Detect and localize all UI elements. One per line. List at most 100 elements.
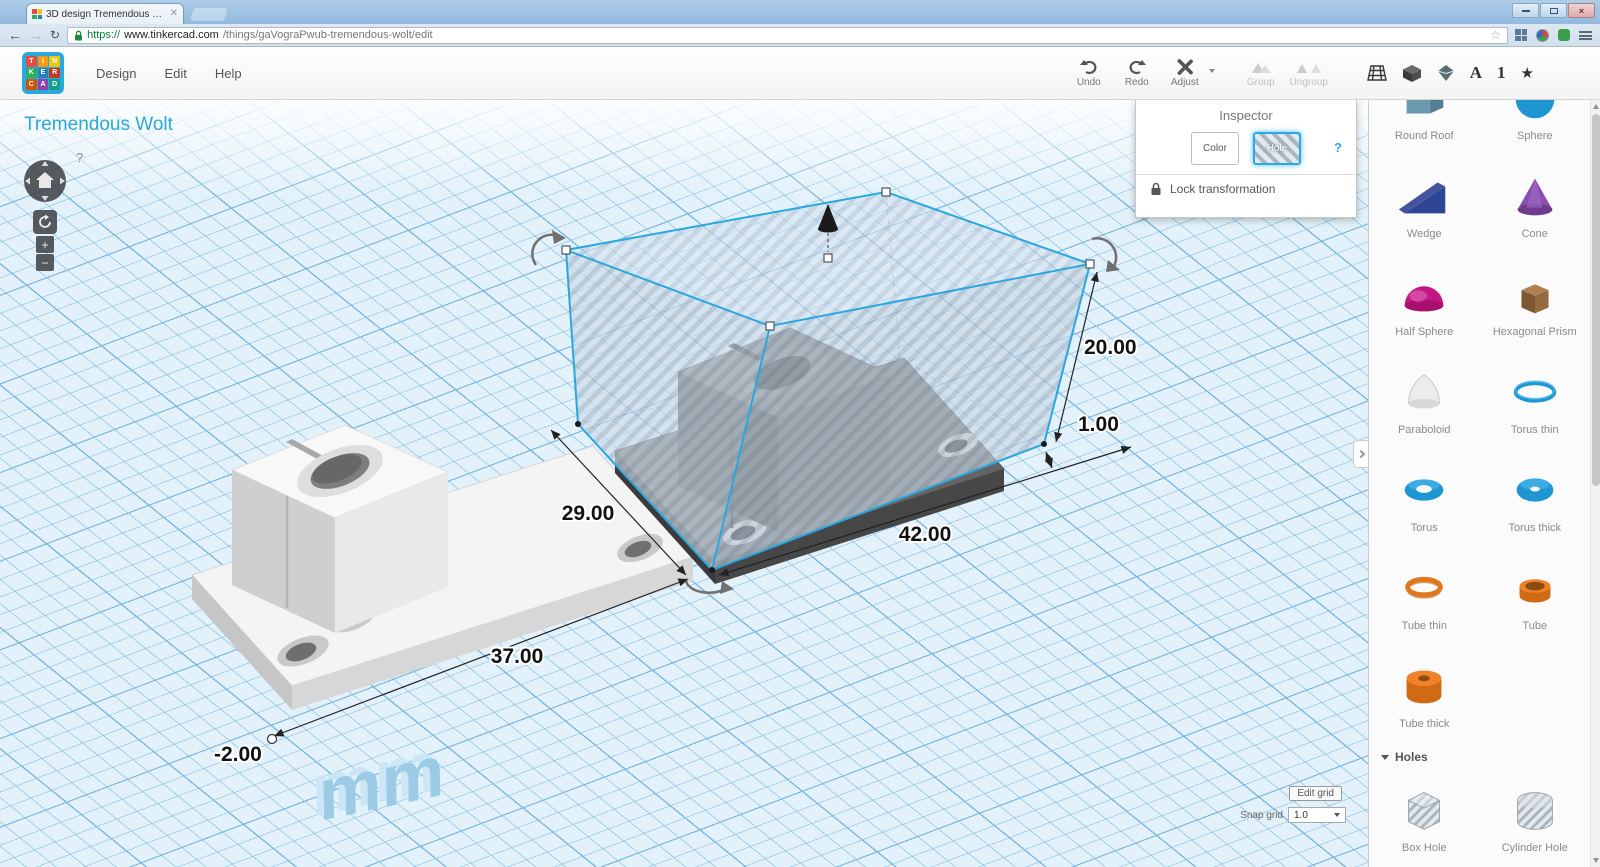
shape-paraboloid[interactable]: Paraboloid xyxy=(1369,352,1480,450)
snap-grid-label: Snap grid xyxy=(1240,809,1283,821)
back-icon[interactable]: ← xyxy=(8,28,22,42)
shapes-panel: Round Roof Sphere Wedge Cone Half Sphere… xyxy=(1368,100,1590,867)
window-minimize-button[interactable] xyxy=(1512,3,1539,18)
lock-transformation-toggle[interactable]: Lock transformation xyxy=(1136,175,1356,203)
inspector-help-icon[interactable]: ? xyxy=(1334,140,1342,155)
basic-shapes-icon[interactable] xyxy=(1402,64,1422,83)
menu-design[interactable]: Design xyxy=(82,56,150,91)
shape-hexagonal-prism[interactable]: Hexagonal Prism xyxy=(1480,254,1591,352)
shape-torus-thick[interactable]: Torus thick xyxy=(1480,450,1591,548)
torus-icon xyxy=(1369,462,1480,518)
section-collapse-icon xyxy=(1381,754,1389,760)
shape-box-hole[interactable]: Box Hole xyxy=(1369,770,1480,867)
redo-button[interactable]: Redo xyxy=(1113,59,1161,88)
window-close-button[interactable]: × xyxy=(1568,3,1595,18)
menu-help[interactable]: Help xyxy=(201,56,256,91)
3d-canvas[interactable]: 20.00 1.00 29.00 42.00 37.00 -2.00 mm mm… xyxy=(0,100,1368,867)
scroll-down-icon[interactable] xyxy=(1593,858,1599,863)
edit-grid-button[interactable]: Edit grid xyxy=(1289,786,1342,801)
orbit-icon xyxy=(39,214,51,228)
browser-tab[interactable]: 3D design Tremendous Wolt ✕ xyxy=(26,3,184,24)
torus-thin-icon xyxy=(1480,364,1591,420)
ungroup-button[interactable]: Ungroup xyxy=(1285,59,1333,88)
titlebar: 3D design Tremendous Wolt ✕ × xyxy=(0,0,1600,24)
browser-window: 3D design Tremendous Wolt ✕ × ← → ↻ http… xyxy=(0,0,1600,867)
paraboloid-icon xyxy=(1369,364,1480,420)
sphere-icon xyxy=(1480,100,1591,126)
numbers-icon[interactable]: 1 xyxy=(1497,63,1506,83)
torus-thick-icon xyxy=(1480,462,1591,518)
scroll-up-icon[interactable] xyxy=(1593,104,1599,109)
shape-torus-thin[interactable]: Torus thin xyxy=(1480,352,1591,450)
tab-favicon xyxy=(32,9,42,19)
url-protocol: https:// xyxy=(87,29,121,41)
panel-collapse-tab[interactable] xyxy=(1353,440,1368,468)
tinkercad-logo[interactable]: TIN KER CAD xyxy=(22,52,64,94)
lock-icon xyxy=(1151,182,1161,195)
forward-icon[interactable]: → xyxy=(29,28,43,42)
select-caret-icon xyxy=(1334,813,1340,817)
snap-grid-select[interactable]: 1.0 xyxy=(1288,807,1346,823)
tab-close-icon[interactable]: ✕ xyxy=(170,9,178,19)
box-hole-icon xyxy=(1369,782,1480,838)
zoom-out-button[interactable]: − xyxy=(36,254,54,271)
shape-cone[interactable]: Cone xyxy=(1480,156,1591,254)
shape-tube-thick[interactable]: Tube thick xyxy=(1369,646,1480,744)
url-host: www.tinkercad.com xyxy=(124,29,219,41)
letters-icon[interactable]: A xyxy=(1470,63,1482,83)
round-roof-icon xyxy=(1369,100,1480,126)
hole-swatch-button[interactable]: Hole xyxy=(1253,132,1301,165)
zoom-in-button[interactable]: + xyxy=(36,236,54,253)
shape-half-sphere[interactable]: Half Sphere xyxy=(1369,254,1480,352)
https-lock-icon xyxy=(75,30,83,40)
dim-length: 42.00 xyxy=(899,523,952,546)
menu-edit[interactable]: Edit xyxy=(150,56,200,91)
orbit-view-button[interactable] xyxy=(33,210,57,234)
redo-icon xyxy=(1129,59,1146,74)
design-title: Tremendous Wolt xyxy=(24,114,173,135)
minimize-icon xyxy=(1521,9,1530,12)
extension-icon[interactable] xyxy=(1558,29,1570,41)
adjust-tools-icon xyxy=(1177,58,1193,75)
adjust-button[interactable]: Adjust xyxy=(1161,58,1215,88)
shape-tube-thin[interactable]: Tube thin xyxy=(1369,548,1480,646)
bookmark-star-icon[interactable]: ☆ xyxy=(1490,28,1501,42)
ungroup-icon xyxy=(1296,63,1321,73)
adjust-dropdown-icon[interactable] xyxy=(1208,68,1215,73)
view-navigation-compass[interactable] xyxy=(22,158,68,209)
inspector-title: Inspector xyxy=(1219,108,1273,123)
dim-height: 20.00 xyxy=(1084,336,1137,359)
shape-cylinder-hole[interactable]: Cylinder Hole xyxy=(1480,770,1591,867)
shape-sphere[interactable]: Sphere xyxy=(1480,100,1591,156)
dim-plate-length: 37.00 xyxy=(491,645,544,668)
canvas-help-icon[interactable]: ? xyxy=(76,150,83,165)
color-swatch-button[interactable]: Color xyxy=(1191,132,1239,165)
shape-round-roof[interactable]: Round Roof xyxy=(1369,100,1480,156)
reload-icon[interactable]: ↻ xyxy=(50,28,60,42)
dim-elevation: 1.00 xyxy=(1078,413,1119,436)
shape-torus[interactable]: Torus xyxy=(1369,450,1480,548)
address-bar: ← → ↻ https://www.tinkercad.com/things/g… xyxy=(0,24,1600,47)
url-input[interactable]: https://www.tinkercad.com/things/gaVogra… xyxy=(67,26,1508,44)
hexagonal-prism-icon xyxy=(1480,266,1591,322)
shape-tube[interactable]: Tube xyxy=(1480,548,1591,646)
shape-wedge[interactable]: Wedge xyxy=(1369,156,1480,254)
new-tab-button[interactable] xyxy=(189,8,229,21)
shapes-scrollbar[interactable] xyxy=(1590,100,1600,867)
holes-section-header[interactable]: Holes xyxy=(1369,744,1590,770)
symbols-icon[interactable]: ★ xyxy=(1521,64,1534,82)
shape-empty-cell xyxy=(1480,646,1591,744)
browser-menu-icon[interactable] xyxy=(1579,30,1592,40)
apps-icon[interactable] xyxy=(1515,29,1527,41)
dim-depth: 29.00 xyxy=(562,502,615,525)
app-toolbar: TIN KER CAD Design Edit Help Undo Redo A… xyxy=(0,47,1600,100)
profile-icon[interactable] xyxy=(1536,28,1549,42)
half-sphere-icon xyxy=(1369,266,1480,322)
scrollbar-thumb[interactable] xyxy=(1592,114,1600,486)
undo-button[interactable]: Undo xyxy=(1065,59,1113,88)
shape-generators-icon[interactable] xyxy=(1437,64,1455,82)
workplane-icon[interactable] xyxy=(1366,64,1387,82)
window-maximize-button[interactable] xyxy=(1540,3,1567,18)
cone-icon xyxy=(1480,168,1591,224)
group-button[interactable]: Group xyxy=(1237,59,1285,88)
